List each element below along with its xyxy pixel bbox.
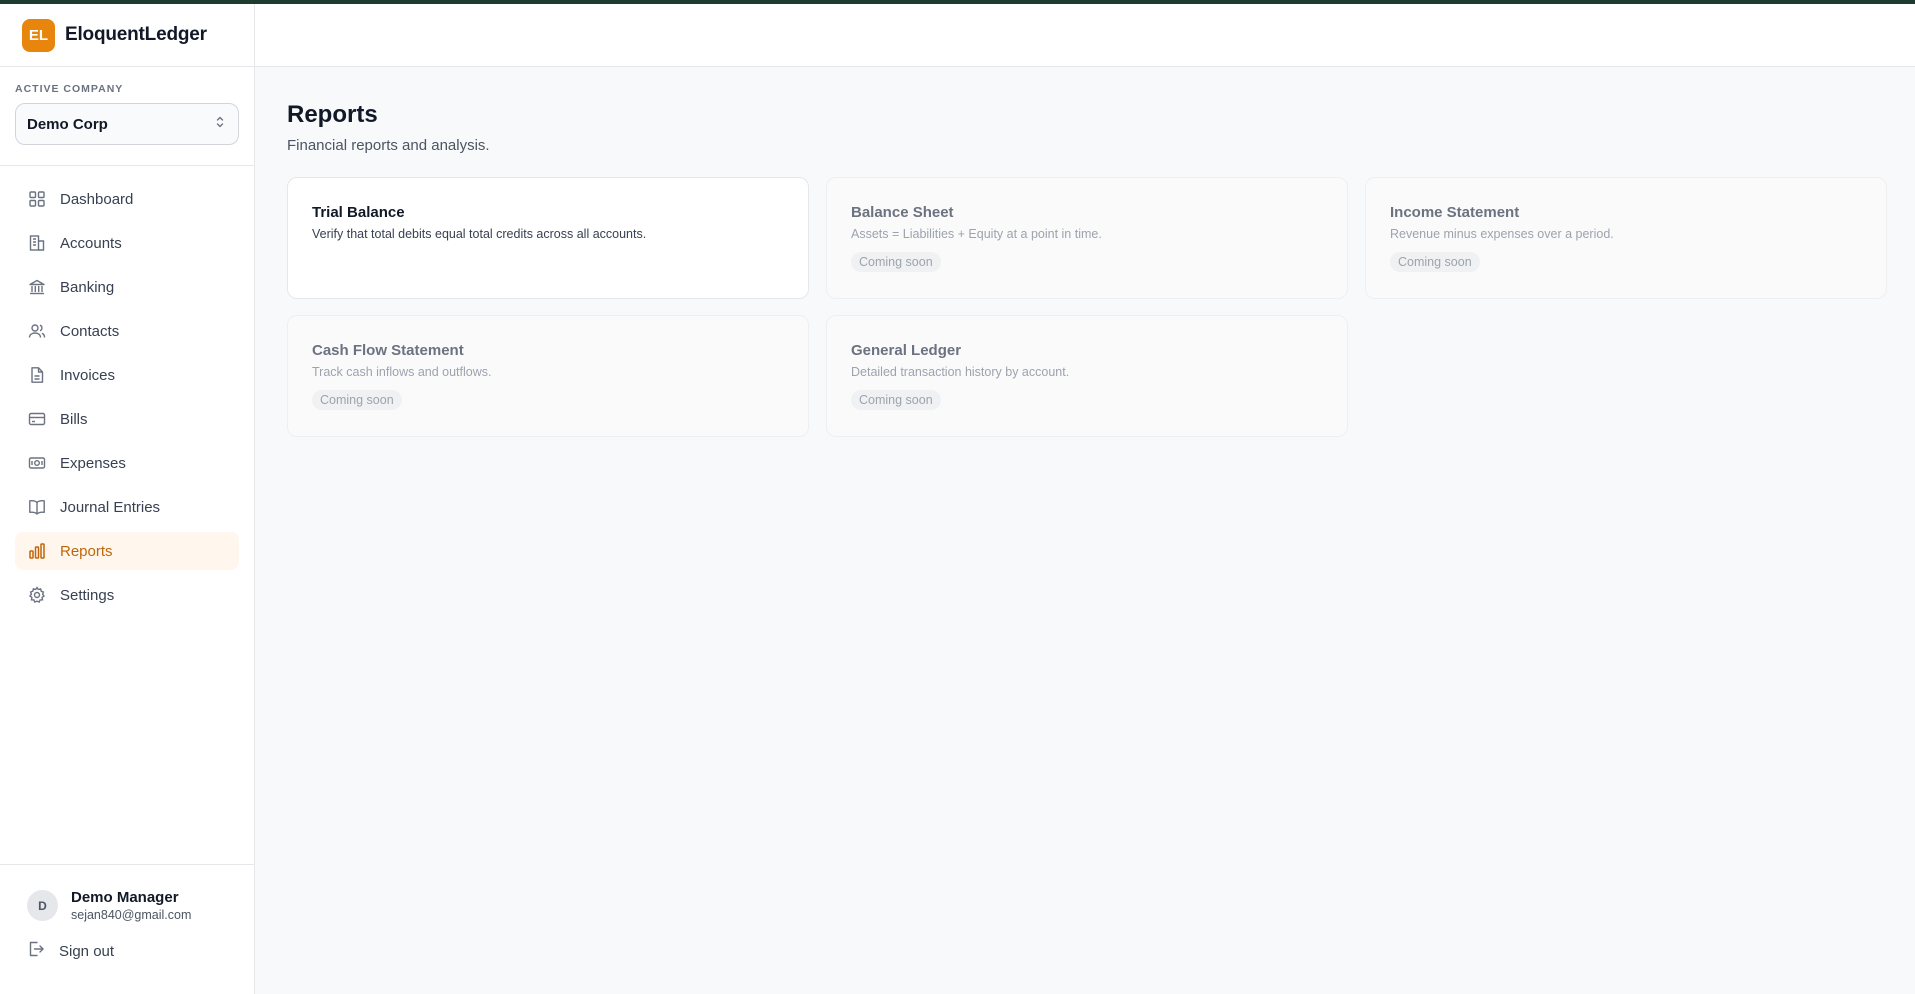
- sidebar-nav: Dashboard Accounts Banking Contacts Invo…: [0, 166, 254, 614]
- log-out-icon: [27, 940, 45, 963]
- sidebar-item-label: Contacts: [60, 322, 120, 340]
- report-card-balance-sheet: Balance Sheet Assets = Liabilities + Equ…: [826, 177, 1348, 299]
- report-card-cash-flow-statement: Cash Flow Statement Track cash inflows a…: [287, 315, 809, 437]
- gear-icon: [28, 586, 46, 604]
- report-card-trial-balance[interactable]: Trial Balance Verify that total debits e…: [287, 177, 809, 299]
- page-subtitle: Financial reports and analysis.: [287, 137, 490, 154]
- sidebar-item-bills[interactable]: Bills: [15, 400, 239, 438]
- users-icon: [28, 322, 46, 340]
- report-card-title: Income Statement: [1390, 204, 1520, 221]
- report-card-description: Track cash inflows and outflows.: [312, 365, 492, 379]
- sidebar-item-label: Accounts: [60, 234, 122, 252]
- user-name: Demo Manager: [71, 889, 179, 906]
- user-panel: D Demo Manager sejan840@gmail.com Sign o…: [0, 864, 254, 994]
- sidebar-item-label: Invoices: [60, 366, 116, 384]
- sidebar-item-reports[interactable]: Reports: [15, 532, 239, 570]
- sidebar-item-banking[interactable]: Banking: [15, 268, 239, 306]
- bar-chart-icon: [28, 542, 46, 560]
- sidebar-item-contacts[interactable]: Contacts: [15, 312, 239, 350]
- company-select-value: Demo Corp: [27, 115, 108, 133]
- page-title: Reports: [287, 101, 378, 128]
- report-card-title: General Ledger: [851, 342, 962, 359]
- user-profile[interactable]: D Demo Manager sejan840@gmail.com: [27, 889, 254, 922]
- sidebar-item-label: Banking: [60, 278, 115, 296]
- sign-out-button[interactable]: Sign out: [27, 940, 254, 963]
- sidebar-item-label: Journal Entries: [60, 498, 161, 516]
- avatar: D: [27, 890, 58, 921]
- report-card-title: Cash Flow Statement: [312, 342, 464, 359]
- company-label: ACTIVE COMPANY: [15, 83, 124, 95]
- sidebar-item-label: Dashboard: [60, 190, 134, 208]
- bank-icon: [28, 278, 46, 296]
- file-icon: [28, 366, 46, 384]
- app-logo: EL: [22, 18, 55, 52]
- sidebar-item-settings[interactable]: Settings: [15, 576, 239, 614]
- sidebar-item-journal-entries[interactable]: Journal Entries: [15, 488, 239, 526]
- coming-soon-badge: Coming soon: [851, 390, 941, 410]
- brand[interactable]: EL EloquentLedger: [0, 4, 254, 67]
- company-section: ACTIVE COMPANY Demo Corp: [0, 67, 254, 166]
- report-card-title: Balance Sheet: [851, 204, 954, 221]
- sidebar-item-label: Reports: [60, 542, 113, 560]
- user-email: sejan840@gmail.com: [71, 908, 192, 922]
- app-name: EloquentLedger: [65, 24, 207, 45]
- coming-soon-badge: Coming soon: [851, 252, 941, 272]
- report-card-title: Trial Balance: [312, 204, 405, 221]
- sidebar-item-label: Expenses: [60, 454, 126, 472]
- chevron-up-down-icon: [214, 115, 226, 134]
- book-icon: [28, 498, 46, 516]
- building-icon: [28, 234, 46, 252]
- sidebar-item-label: Bills: [60, 410, 88, 428]
- credit-card-icon: [28, 410, 46, 428]
- sidebar-item-dashboard[interactable]: Dashboard: [15, 180, 239, 218]
- sidebar-item-label: Settings: [60, 586, 115, 604]
- report-card-general-ledger: General Ledger Detailed transaction hist…: [826, 315, 1348, 437]
- report-card-description: Revenue minus expenses over a period.: [1390, 227, 1614, 241]
- company-select[interactable]: Demo Corp: [15, 103, 239, 145]
- sidebar: EL EloquentLedger ACTIVE COMPANY Demo Co…: [0, 4, 255, 994]
- coming-soon-badge: Coming soon: [1390, 252, 1480, 272]
- banknote-icon: [28, 454, 46, 472]
- sidebar-item-invoices[interactable]: Invoices: [15, 356, 239, 394]
- report-card-description: Assets = Liabilities + Equity at a point…: [851, 227, 1102, 241]
- grid-icon: [28, 190, 46, 208]
- report-cards: Trial Balance Verify that total debits e…: [287, 177, 1887, 437]
- report-card-description: Verify that total debits equal total cre…: [312, 227, 647, 241]
- sidebar-item-expenses[interactable]: Expenses: [15, 444, 239, 482]
- report-card-income-statement: Income Statement Revenue minus expenses …: [1365, 177, 1887, 299]
- report-card-description: Detailed transaction history by account.: [851, 365, 1070, 379]
- sign-out-label: Sign out: [59, 943, 115, 960]
- top-header: [255, 4, 1915, 67]
- sidebar-item-accounts[interactable]: Accounts: [15, 224, 239, 262]
- main-content: Reports Financial reports and analysis. …: [287, 67, 1887, 437]
- coming-soon-badge: Coming soon: [312, 390, 402, 410]
